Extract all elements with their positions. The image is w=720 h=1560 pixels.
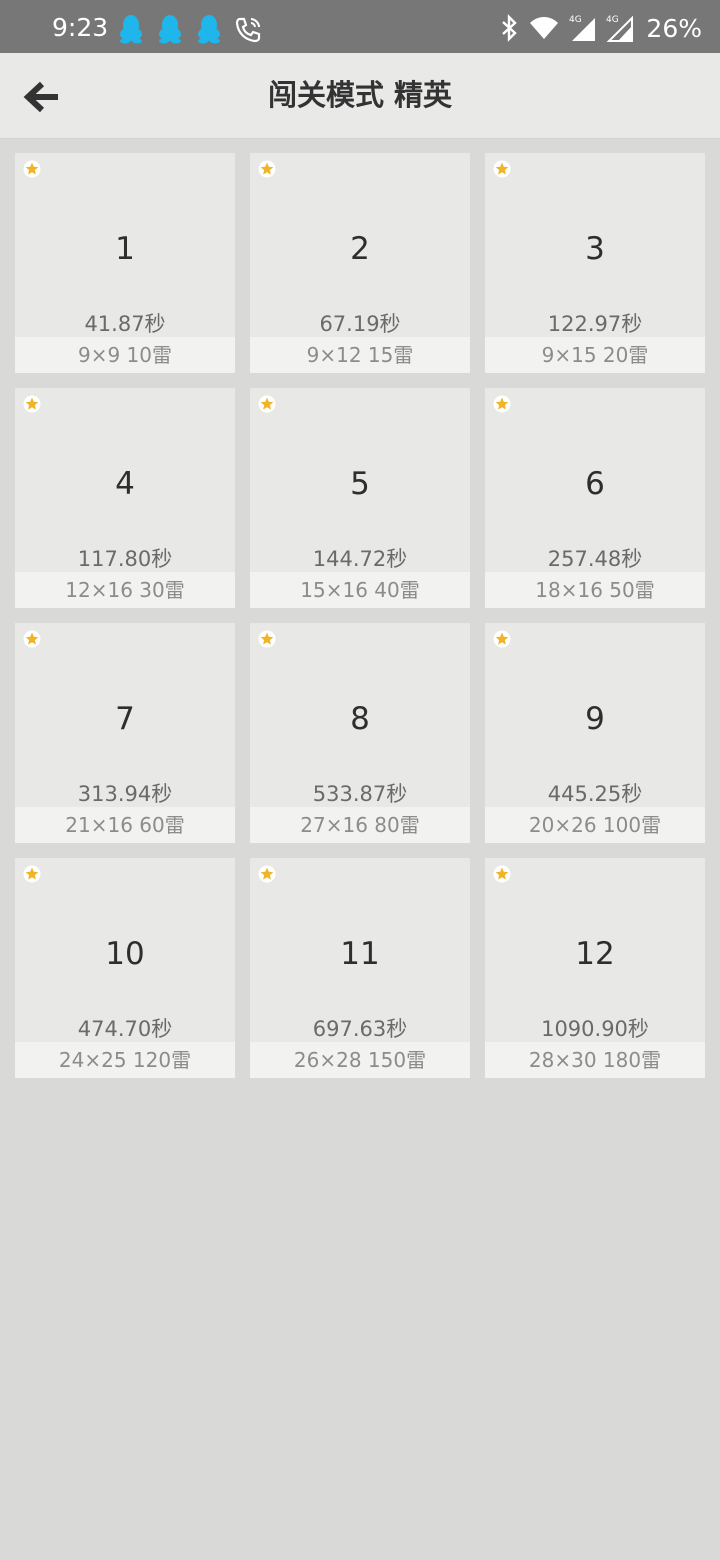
level-card[interactable]: 3 122.97秒 9×15 20雷 bbox=[485, 153, 705, 373]
level-card[interactable]: 11 697.63秒 26×28 150雷 bbox=[250, 858, 470, 1078]
level-card[interactable]: 1 41.87秒 9×9 10雷 bbox=[15, 153, 235, 373]
star-icon bbox=[258, 160, 276, 178]
signal-4g-icon: 4G bbox=[606, 15, 634, 42]
board-info: 27×16 80雷 bbox=[250, 807, 470, 843]
board-info: 18×16 50雷 bbox=[485, 572, 705, 608]
best-time: 41.87秒 bbox=[84, 312, 166, 336]
level-card[interactable]: 8 533.87秒 27×16 80雷 bbox=[250, 623, 470, 843]
battery-percent: 26% bbox=[646, 13, 702, 43]
level-card[interactable]: 9 445.25秒 20×26 100雷 bbox=[485, 623, 705, 843]
best-time: 697.63秒 bbox=[312, 1017, 408, 1041]
level-number: 12 bbox=[575, 936, 615, 972]
level-number: 7 bbox=[115, 701, 135, 737]
level-number: 3 bbox=[585, 231, 605, 267]
app-bar: 闯关模式 精英 bbox=[0, 53, 720, 139]
arrow-left-icon bbox=[23, 81, 58, 113]
best-time: 117.80秒 bbox=[77, 547, 173, 571]
wifi-calling-icon bbox=[235, 17, 261, 43]
star-icon bbox=[493, 160, 511, 178]
svg-text:4G: 4G bbox=[606, 15, 619, 25]
board-info: 9×12 15雷 bbox=[250, 337, 470, 373]
bluetooth-icon bbox=[502, 14, 518, 42]
level-number: 10 bbox=[105, 936, 145, 972]
status-time: 9:23 bbox=[52, 13, 109, 42]
star-icon bbox=[23, 865, 41, 883]
board-info: 9×15 20雷 bbox=[485, 337, 705, 373]
level-number: 1 bbox=[115, 231, 135, 267]
level-card[interactable]: 10 474.70秒 24×25 120雷 bbox=[15, 858, 235, 1078]
best-time: 313.94秒 bbox=[77, 782, 173, 806]
board-info: 24×25 120雷 bbox=[15, 1042, 235, 1078]
star-icon bbox=[258, 395, 276, 413]
page-title: 闯关模式 精英 bbox=[267, 78, 453, 112]
level-card[interactable]: 2 67.19秒 9×12 15雷 bbox=[250, 153, 470, 373]
board-info: 15×16 40雷 bbox=[250, 572, 470, 608]
board-info: 28×30 180雷 bbox=[485, 1042, 705, 1078]
level-number: 9 bbox=[585, 701, 605, 737]
star-icon bbox=[23, 630, 41, 648]
best-time: 533.87秒 bbox=[312, 782, 408, 806]
qq-icon bbox=[198, 15, 220, 44]
star-icon bbox=[258, 865, 276, 883]
best-time: 67.19秒 bbox=[319, 312, 401, 336]
level-card[interactable]: 4 117.80秒 12×16 30雷 bbox=[15, 388, 235, 608]
star-icon bbox=[23, 160, 41, 178]
level-number: 5 bbox=[350, 466, 370, 502]
best-time: 1090.90秒 bbox=[541, 1017, 649, 1041]
board-info: 20×26 100雷 bbox=[485, 807, 705, 843]
board-info: 12×16 30雷 bbox=[15, 572, 235, 608]
best-time: 257.48秒 bbox=[547, 547, 643, 571]
best-time: 122.97秒 bbox=[547, 312, 643, 336]
level-number: 4 bbox=[115, 466, 135, 502]
wifi-icon bbox=[530, 17, 559, 39]
best-time: 445.25秒 bbox=[547, 782, 643, 806]
level-number: 2 bbox=[350, 231, 370, 267]
best-time: 144.72秒 bbox=[312, 547, 408, 571]
level-card[interactable]: 5 144.72秒 15×16 40雷 bbox=[250, 388, 470, 608]
qq-icon bbox=[120, 15, 142, 44]
board-info: 26×28 150雷 bbox=[250, 1042, 470, 1078]
level-number: 6 bbox=[585, 466, 605, 502]
svg-text:4G: 4G bbox=[569, 15, 582, 25]
back-button[interactable] bbox=[22, 77, 62, 117]
board-info: 9×9 10雷 bbox=[15, 337, 235, 373]
qq-icon bbox=[159, 15, 181, 44]
signal-4g-icon: 4G bbox=[569, 15, 596, 41]
level-number: 11 bbox=[340, 936, 380, 972]
star-icon bbox=[23, 395, 41, 413]
star-icon bbox=[258, 630, 276, 648]
level-card[interactable]: 7 313.94秒 21×16 60雷 bbox=[15, 623, 235, 843]
star-icon bbox=[493, 630, 511, 648]
status-bar: 9:23 4G 4G 26% bbox=[0, 0, 720, 53]
level-number: 8 bbox=[350, 701, 370, 737]
level-card[interactable]: 12 1090.90秒 28×30 180雷 bbox=[485, 858, 705, 1078]
board-info: 21×16 60雷 bbox=[15, 807, 235, 843]
level-card[interactable]: 6 257.48秒 18×16 50雷 bbox=[485, 388, 705, 608]
best-time: 474.70秒 bbox=[77, 1017, 173, 1041]
star-icon bbox=[493, 395, 511, 413]
star-icon bbox=[493, 865, 511, 883]
status-right: 4G 4G 26% bbox=[498, 12, 702, 44]
